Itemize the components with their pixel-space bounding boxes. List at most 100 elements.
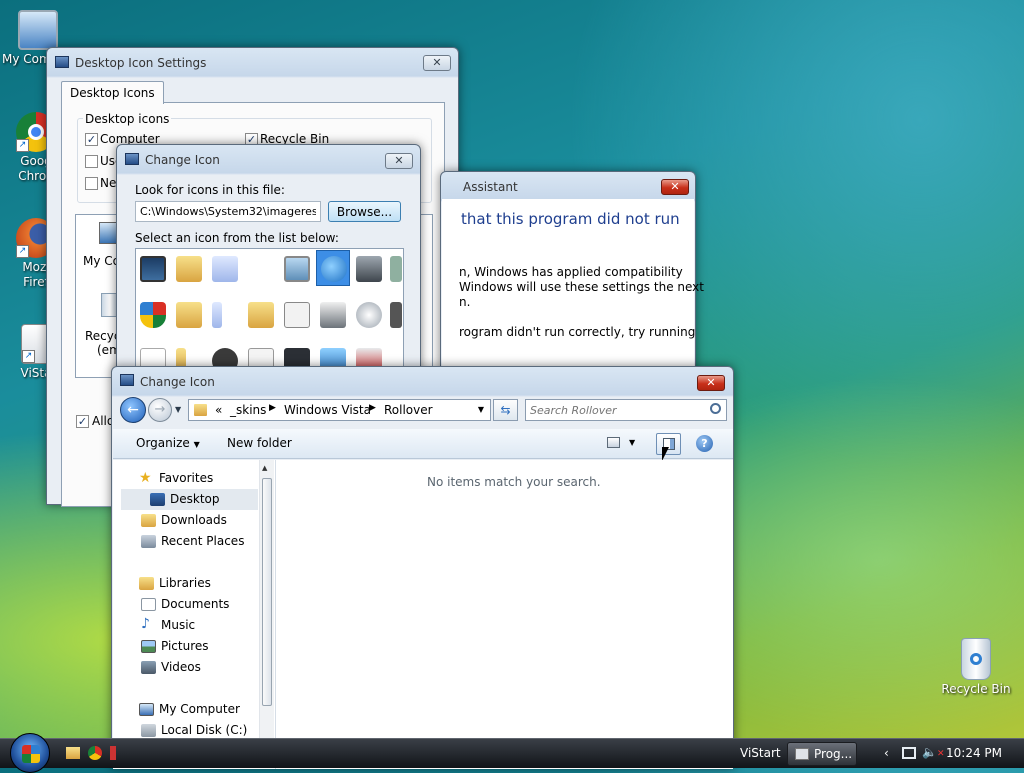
new-folder-button[interactable]: New folder: [227, 436, 292, 450]
folder-icon: [194, 404, 207, 416]
icon-list[interactable]: [135, 248, 404, 375]
breadcrumb-item[interactable]: Windows Vista: [284, 403, 371, 417]
assistant-heading: that this program did not run: [461, 210, 680, 228]
search-box[interactable]: [525, 399, 727, 421]
nav-label: Favorites: [159, 471, 214, 485]
title-bar[interactable]: Assistant ✕: [441, 172, 695, 202]
nav-label: Pictures: [161, 639, 209, 653]
search-input[interactable]: [528, 401, 700, 419]
view-options-dropdown[interactable]: ▼: [629, 438, 635, 447]
assistant-text-line: rogram didn't run correctly, try running: [459, 325, 696, 339]
icon-cell[interactable]: [352, 297, 386, 333]
breadcrumb-item[interactable]: Rollover: [384, 403, 433, 417]
taskbar-button-program[interactable]: Prog...: [787, 742, 857, 766]
icon-cell[interactable]: [136, 251, 170, 287]
change-view-icon[interactable]: [607, 437, 620, 448]
icon-cell[interactable]: [352, 251, 386, 287]
icon-cell[interactable]: [136, 297, 170, 333]
refresh-button[interactable]: ⇆: [493, 399, 518, 421]
breadcrumb-separator: ▶: [269, 403, 276, 413]
nav-item-recent-places[interactable]: Recent Places: [113, 531, 253, 552]
checkbox-network[interactable]: [85, 177, 98, 190]
nav-item-favorites[interactable]: ★ Favorites: [113, 468, 253, 489]
start-button[interactable]: [10, 733, 50, 773]
scrollbar-thumb[interactable]: [262, 478, 272, 706]
pictures-icon: [141, 640, 156, 653]
nav-label: Music: [161, 618, 196, 632]
nav-label: Videos: [161, 660, 201, 674]
taskbar-button-vistart[interactable]: ViStart: [700, 742, 784, 766]
close-button[interactable]: ✕: [697, 375, 725, 391]
nav-item-libraries[interactable]: Libraries: [113, 573, 253, 594]
nav-label: Libraries: [159, 576, 211, 590]
desktop-icon-label: Recycle Bin: [941, 682, 1011, 696]
scroll-up-arrow[interactable]: ▲: [262, 464, 267, 472]
icon-cell[interactable]: [280, 251, 314, 287]
icon-cell[interactable]: [208, 297, 242, 333]
network-tray-icon[interactable]: [902, 747, 916, 759]
file-list-area[interactable]: [276, 460, 733, 769]
close-button[interactable]: ✕: [661, 179, 689, 195]
clock[interactable]: 10:24 PM: [946, 746, 1002, 760]
navigation-scrollbar[interactable]: ▲ ▼: [259, 460, 274, 760]
nav-item-desktop[interactable]: Desktop: [121, 489, 258, 510]
quick-launch-app-icon[interactable]: [110, 746, 116, 760]
forward-button[interactable]: →: [148, 398, 172, 422]
tab-desktop-icons[interactable]: Desktop Icons: [61, 81, 164, 104]
nav-label: Desktop: [170, 492, 220, 506]
icon-cell[interactable]: [386, 251, 403, 287]
help-button[interactable]: ?: [696, 435, 713, 452]
command-bar: [113, 429, 733, 459]
title-bar[interactable]: Change Icon ✕: [117, 145, 420, 175]
desktop-icon-recycle-bin[interactable]: Recycle Bin: [938, 638, 1014, 697]
desktop-icon: [150, 493, 165, 506]
search-icon[interactable]: [710, 403, 721, 414]
nav-label: Local Disk (C:): [161, 723, 248, 737]
address-bar[interactable]: « _skins ▶ Windows Vista ▶ Rollover ▼: [188, 399, 491, 421]
icon-cell[interactable]: [316, 297, 350, 333]
icon-cell[interactable]: [172, 251, 206, 287]
folder-search-icon: [248, 302, 274, 328]
checkbox-user-files[interactable]: [85, 155, 98, 168]
breadcrumb-overflow[interactable]: «: [215, 403, 222, 417]
icon-cell-selected[interactable]: [316, 250, 350, 286]
title-bar[interactable]: Desktop Icon Settings ✕: [47, 48, 458, 78]
icon-cell[interactable]: [172, 297, 206, 333]
checkbox-allow-themes[interactable]: ✓: [76, 415, 89, 428]
show-hidden-icons-chevron-icon[interactable]: ‹: [884, 746, 889, 760]
assistant-text-line: n, Windows has applied compatibility: [459, 265, 683, 279]
address-dropdown[interactable]: ▼: [478, 405, 484, 414]
checkbox-computer[interactable]: ✓: [85, 133, 98, 146]
libraries-icon: [139, 577, 154, 590]
nav-label: Downloads: [161, 513, 227, 527]
recent-places-icon: [141, 535, 156, 548]
recycle-bin-icon: [961, 638, 991, 680]
back-button[interactable]: ←: [120, 397, 146, 423]
icon-file-path-input[interactable]: [135, 201, 321, 222]
nav-item-downloads[interactable]: Downloads: [113, 510, 253, 531]
icon-cell[interactable]: [244, 297, 278, 333]
icon-cell[interactable]: [208, 251, 242, 287]
icon-cell[interactable]: [280, 297, 314, 333]
recent-pages-dropdown[interactable]: ▼: [175, 405, 181, 414]
browse-button[interactable]: Browse...: [328, 201, 401, 222]
volume-muted-icon[interactable]: 🔈✕: [922, 745, 945, 759]
breadcrumb-item[interactable]: _skins: [230, 403, 266, 417]
quick-launch-folder-icon[interactable]: [66, 747, 80, 759]
title-bar[interactable]: Change Icon ✕: [112, 367, 733, 397]
nav-item-pictures[interactable]: Pictures: [113, 636, 253, 657]
nav-item-music[interactable]: ♪ Music: [113, 615, 253, 636]
nav-item-my-computer[interactable]: My Computer: [113, 699, 253, 720]
close-button[interactable]: ✕: [385, 153, 413, 169]
organize-button[interactable]: Organize ▼: [136, 436, 200, 450]
window-title: Change Icon: [145, 153, 220, 167]
close-button[interactable]: ✕: [423, 55, 451, 71]
nav-item-videos[interactable]: Videos: [113, 657, 253, 678]
icon-cell[interactable]: [386, 297, 403, 333]
window-icon: [120, 374, 134, 386]
nav-item-documents[interactable]: Documents: [113, 594, 253, 615]
printer-icon: [320, 302, 346, 328]
select-icon-label: Select an icon from the list below:: [135, 231, 339, 245]
window-title: Assistant: [463, 180, 518, 194]
quick-launch-chrome-icon[interactable]: [88, 746, 102, 760]
